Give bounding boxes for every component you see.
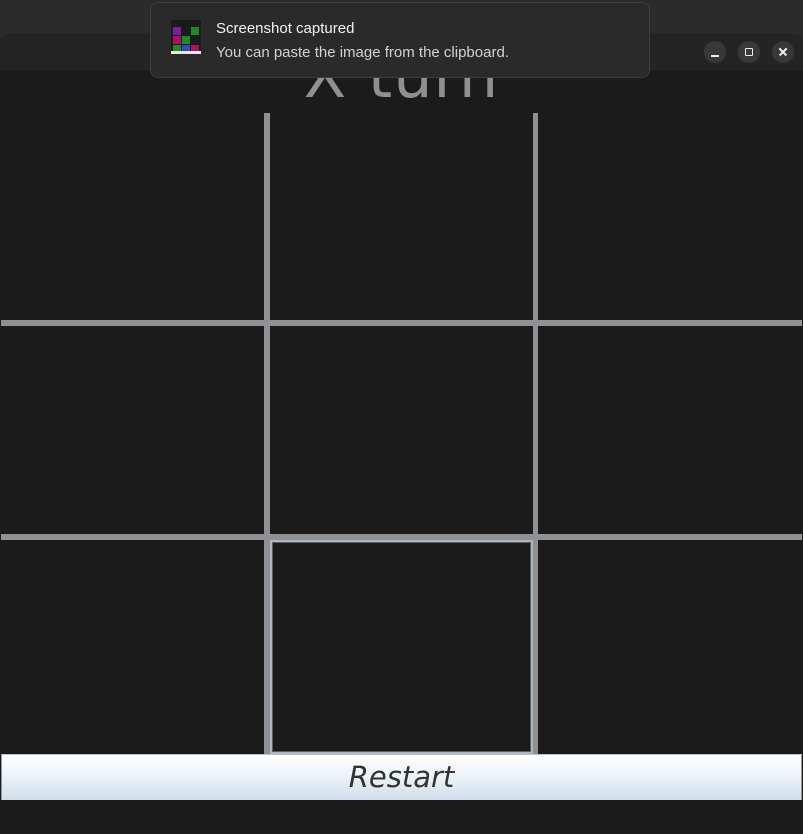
- cell-5[interactable]: [270, 326, 533, 534]
- game-board: [1, 113, 802, 754]
- cell-2[interactable]: [270, 113, 533, 320]
- cell-1[interactable]: [1, 113, 264, 320]
- cell-8[interactable]: [270, 540, 533, 754]
- cell-9[interactable]: [538, 540, 802, 754]
- notification-title: Screenshot captured: [216, 20, 355, 37]
- cell-4[interactable]: [1, 326, 264, 534]
- cell-3[interactable]: [538, 113, 802, 320]
- screenshot-thumbnail-icon: [171, 20, 201, 54]
- restart-button[interactable]: Restart: [1, 754, 802, 800]
- screenshot-notification[interactable]: Screenshot captured You can paste the im…: [150, 2, 650, 78]
- cell-6[interactable]: [538, 326, 802, 534]
- notification-body: You can paste the image from the clipboa…: [216, 44, 509, 61]
- cell-7[interactable]: [1, 540, 264, 754]
